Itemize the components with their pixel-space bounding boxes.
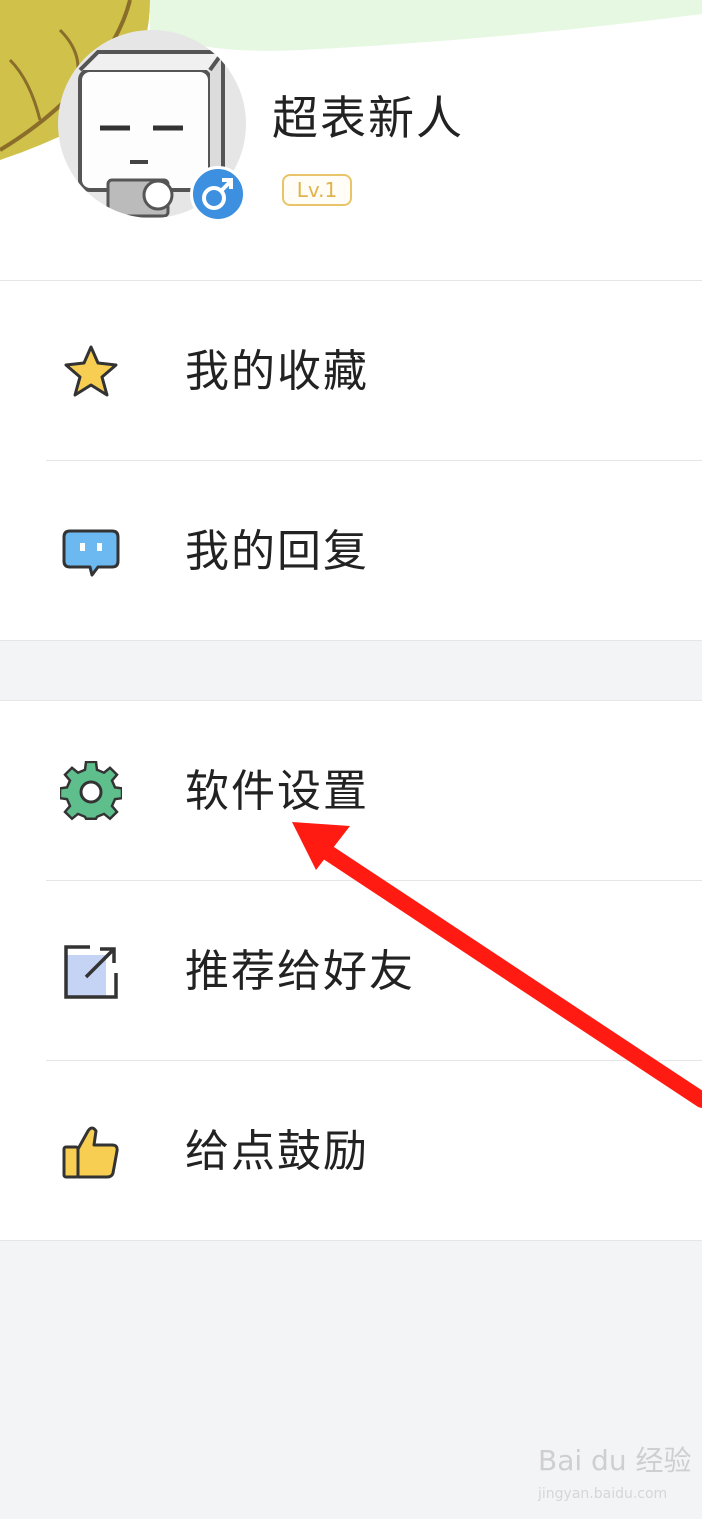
menu-item-label: 我的收藏 — [185, 346, 369, 397]
menu-item-recommend[interactable]: 推荐给好友 — [0, 881, 702, 1060]
menu-item-label: 推荐给好友 — [185, 946, 415, 997]
menu-item-encourage[interactable]: 给点鼓励 — [0, 1061, 702, 1240]
level-badge: Lv.1 — [282, 174, 352, 206]
menu-item-favorites[interactable]: 我的收藏 — [0, 281, 702, 460]
chat-bubble-icon — [62, 529, 120, 577]
watermark-url: jingyan.baidu.com — [538, 1486, 668, 1502]
menu-item-replies[interactable]: 我的回复 — [0, 461, 702, 640]
share-icon — [64, 945, 118, 999]
menu-group-app: 软件设置 推荐给好友 给点鼓励 — [0, 700, 702, 1241]
profile-header: 超表新人 Lv.1 — [0, 0, 702, 280]
watermark-brand: Bai du 经验 — [538, 1444, 692, 1477]
gear-icon — [60, 761, 122, 821]
thumbs-up-icon — [62, 1126, 119, 1179]
menu-item-label: 我的回复 — [185, 526, 369, 577]
menu-item-settings[interactable]: 软件设置 — [0, 701, 702, 880]
star-icon — [64, 345, 118, 397]
menu-item-label: 软件设置 — [185, 766, 369, 817]
male-icon — [190, 166, 246, 222]
username: 超表新人 — [272, 91, 464, 145]
menu-item-label: 给点鼓励 — [185, 1126, 369, 1177]
menu-group-personal: 我的收藏 我的回复 — [0, 280, 702, 641]
